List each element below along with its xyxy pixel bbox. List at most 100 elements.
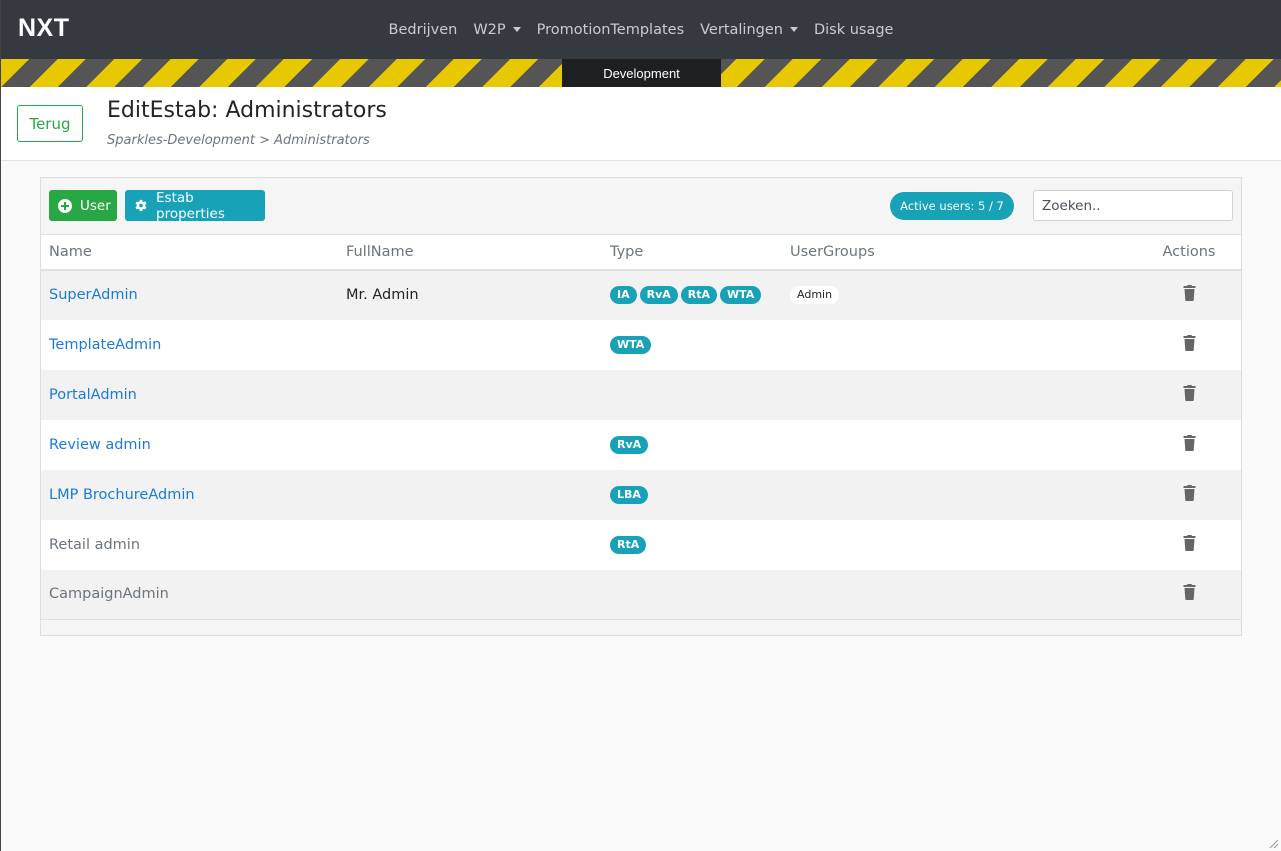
search-input[interactable]: [1033, 190, 1233, 221]
trash-icon: [1183, 584, 1195, 601]
trash-icon: [1183, 334, 1195, 351]
user-name: CampaignAdmin: [49, 586, 169, 603]
type-badge: RtA: [610, 535, 647, 554]
user-name-link[interactable]: TemplateAdmin: [49, 337, 161, 353]
nav-item-label: PromotionTemplates: [536, 21, 685, 38]
column-header-fullname[interactable]: FullName: [338, 234, 602, 271]
users-table: Name FullName Type UserGroups Actions Su…: [41, 234, 1241, 620]
panel-toolbar: User Estab properties Active users: 5 / …: [41, 178, 1241, 234]
cell-type: IA RvA RtA WTA: [602, 270, 782, 320]
trash-icon: [1183, 484, 1195, 501]
column-header-name[interactable]: Name: [41, 234, 338, 271]
cell-fullname: [338, 520, 602, 570]
cell-name: Review admin: [41, 420, 338, 470]
nav-item-promotiontemplates[interactable]: PromotionTemplates: [529, 22, 693, 38]
cell-type: RtA: [602, 520, 782, 570]
cell-actions: [1137, 370, 1241, 420]
table-row: TemplateAdmin WTA: [41, 319, 1241, 370]
add-user-label: User: [80, 197, 111, 214]
table-header-row: Name FullName Type UserGroups Actions: [41, 234, 1241, 271]
cell-usergroups: [782, 570, 1137, 620]
type-badge: LBA: [610, 485, 648, 504]
nav-item-bedrijven[interactable]: Bedrijven: [381, 22, 466, 38]
delete-user-button[interactable]: [1183, 334, 1196, 355]
top-navbar: NXT Bedrijven W2P PromotionTemplates Vertal…: [1, 0, 1281, 59]
user-name-link[interactable]: LMP BrochureAdmin: [49, 487, 195, 503]
nav-item-vertalingen[interactable]: Vertalingen: [692, 22, 806, 38]
type-badge: RvA: [610, 435, 649, 454]
cell-name: LMP BrochureAdmin: [41, 470, 338, 520]
cell-actions: [1137, 320, 1241, 370]
cell-name: PortalAdmin: [41, 370, 338, 420]
trash-icon: [1183, 534, 1195, 551]
user-name: Retail admin: [49, 536, 141, 553]
back-button[interactable]: Terug: [17, 105, 83, 142]
cell-actions: [1137, 570, 1241, 620]
cell-fullname: [338, 570, 602, 620]
delete-user-button[interactable]: [1183, 285, 1196, 305]
cell-usergroups: [782, 520, 1137, 570]
cell-fullname: [338, 470, 602, 520]
cell-usergroups: [782, 420, 1137, 470]
user-name-link[interactable]: PortalAdmin: [49, 387, 137, 403]
environment-stripe: Development: [1, 59, 1281, 87]
cell-name: SuperAdmin: [41, 270, 338, 320]
table-row: Retail admin RtA: [41, 519, 1241, 570]
gear-icon: [135, 199, 147, 211]
cell-usergroups: Admin: [782, 270, 1137, 320]
active-users-badge: Active users: 5 / 7: [890, 192, 1014, 220]
page-title: EditEstab: Administrators: [107, 98, 387, 123]
cell-fullname: Mr. Admin: [346, 287, 419, 303]
usergroup-badge: Admin: [790, 286, 840, 304]
nav-item-w2p[interactable]: W2P: [465, 22, 528, 38]
cell-actions: [1137, 520, 1241, 570]
trash-icon: [1183, 285, 1195, 301]
users-panel: User Estab properties Active users: 5 / …: [40, 177, 1242, 636]
cell-type: LBA: [602, 470, 782, 520]
add-user-button[interactable]: User: [49, 190, 117, 221]
table-row: CampaignAdmin: [41, 569, 1241, 620]
type-badge: RvA: [639, 286, 678, 304]
delete-user-button[interactable]: [1183, 534, 1196, 555]
cell-name: CampaignAdmin: [41, 570, 338, 620]
delete-user-button[interactable]: [1183, 384, 1196, 405]
delete-user-button[interactable]: [1183, 484, 1196, 505]
cell-usergroups: [782, 470, 1137, 520]
column-header-type[interactable]: Type: [602, 234, 782, 271]
cell-type: WTA: [602, 320, 782, 370]
page-header: Terug EditEstab: Administrators Sparkles…: [1, 87, 1281, 161]
plus-circle-icon: [58, 198, 72, 213]
user-name-link[interactable]: Review admin: [49, 437, 151, 453]
resize-grip-icon[interactable]: [1267, 837, 1279, 849]
cell-fullname: [338, 420, 602, 470]
user-name-link[interactable]: SuperAdmin: [49, 287, 138, 303]
nav-item-disk-usage[interactable]: Disk usage: [806, 22, 902, 38]
cell-usergroups: [782, 320, 1137, 370]
nav-item-label: Bedrijven: [388, 21, 458, 38]
type-badge: IA: [610, 286, 637, 304]
main-nav: Bedrijven W2P PromotionTemplates Vertalinge…: [1, 0, 1281, 59]
table-row: PortalAdmin: [41, 369, 1241, 420]
column-header-actions: Actions: [1137, 234, 1241, 271]
cell-fullname: [338, 320, 602, 370]
estab-properties-button[interactable]: Estab properties: [125, 190, 265, 222]
cell-fullname: [338, 370, 602, 420]
column-header-usergroups[interactable]: UserGroups: [782, 234, 1137, 271]
environment-badge: Development: [562, 59, 721, 87]
type-badge: WTA: [610, 335, 652, 354]
delete-user-button[interactable]: [1183, 434, 1196, 455]
cell-usergroups: [782, 370, 1137, 420]
table-body: SuperAdmin Mr. Admin IA RvA RtA WTA Admin Templ…: [41, 269, 1241, 620]
nav-item-label: Vertalingen: [700, 21, 783, 38]
caret-down-icon: [512, 27, 521, 32]
caret-down-icon: [789, 27, 798, 32]
nav-item-label: Disk usage: [813, 21, 894, 38]
type-badge: WTA: [720, 286, 762, 304]
delete-user-button[interactable]: [1183, 584, 1196, 604]
table-row: SuperAdmin Mr. Admin IA RvA RtA WTA Admin: [41, 269, 1241, 320]
cell-actions: [1137, 470, 1241, 520]
breadcrumb: Sparkles-Development > Administrators: [107, 133, 370, 148]
cell-actions: [1137, 270, 1241, 320]
cell-type: [602, 570, 782, 620]
cell-type: RvA: [602, 420, 782, 470]
